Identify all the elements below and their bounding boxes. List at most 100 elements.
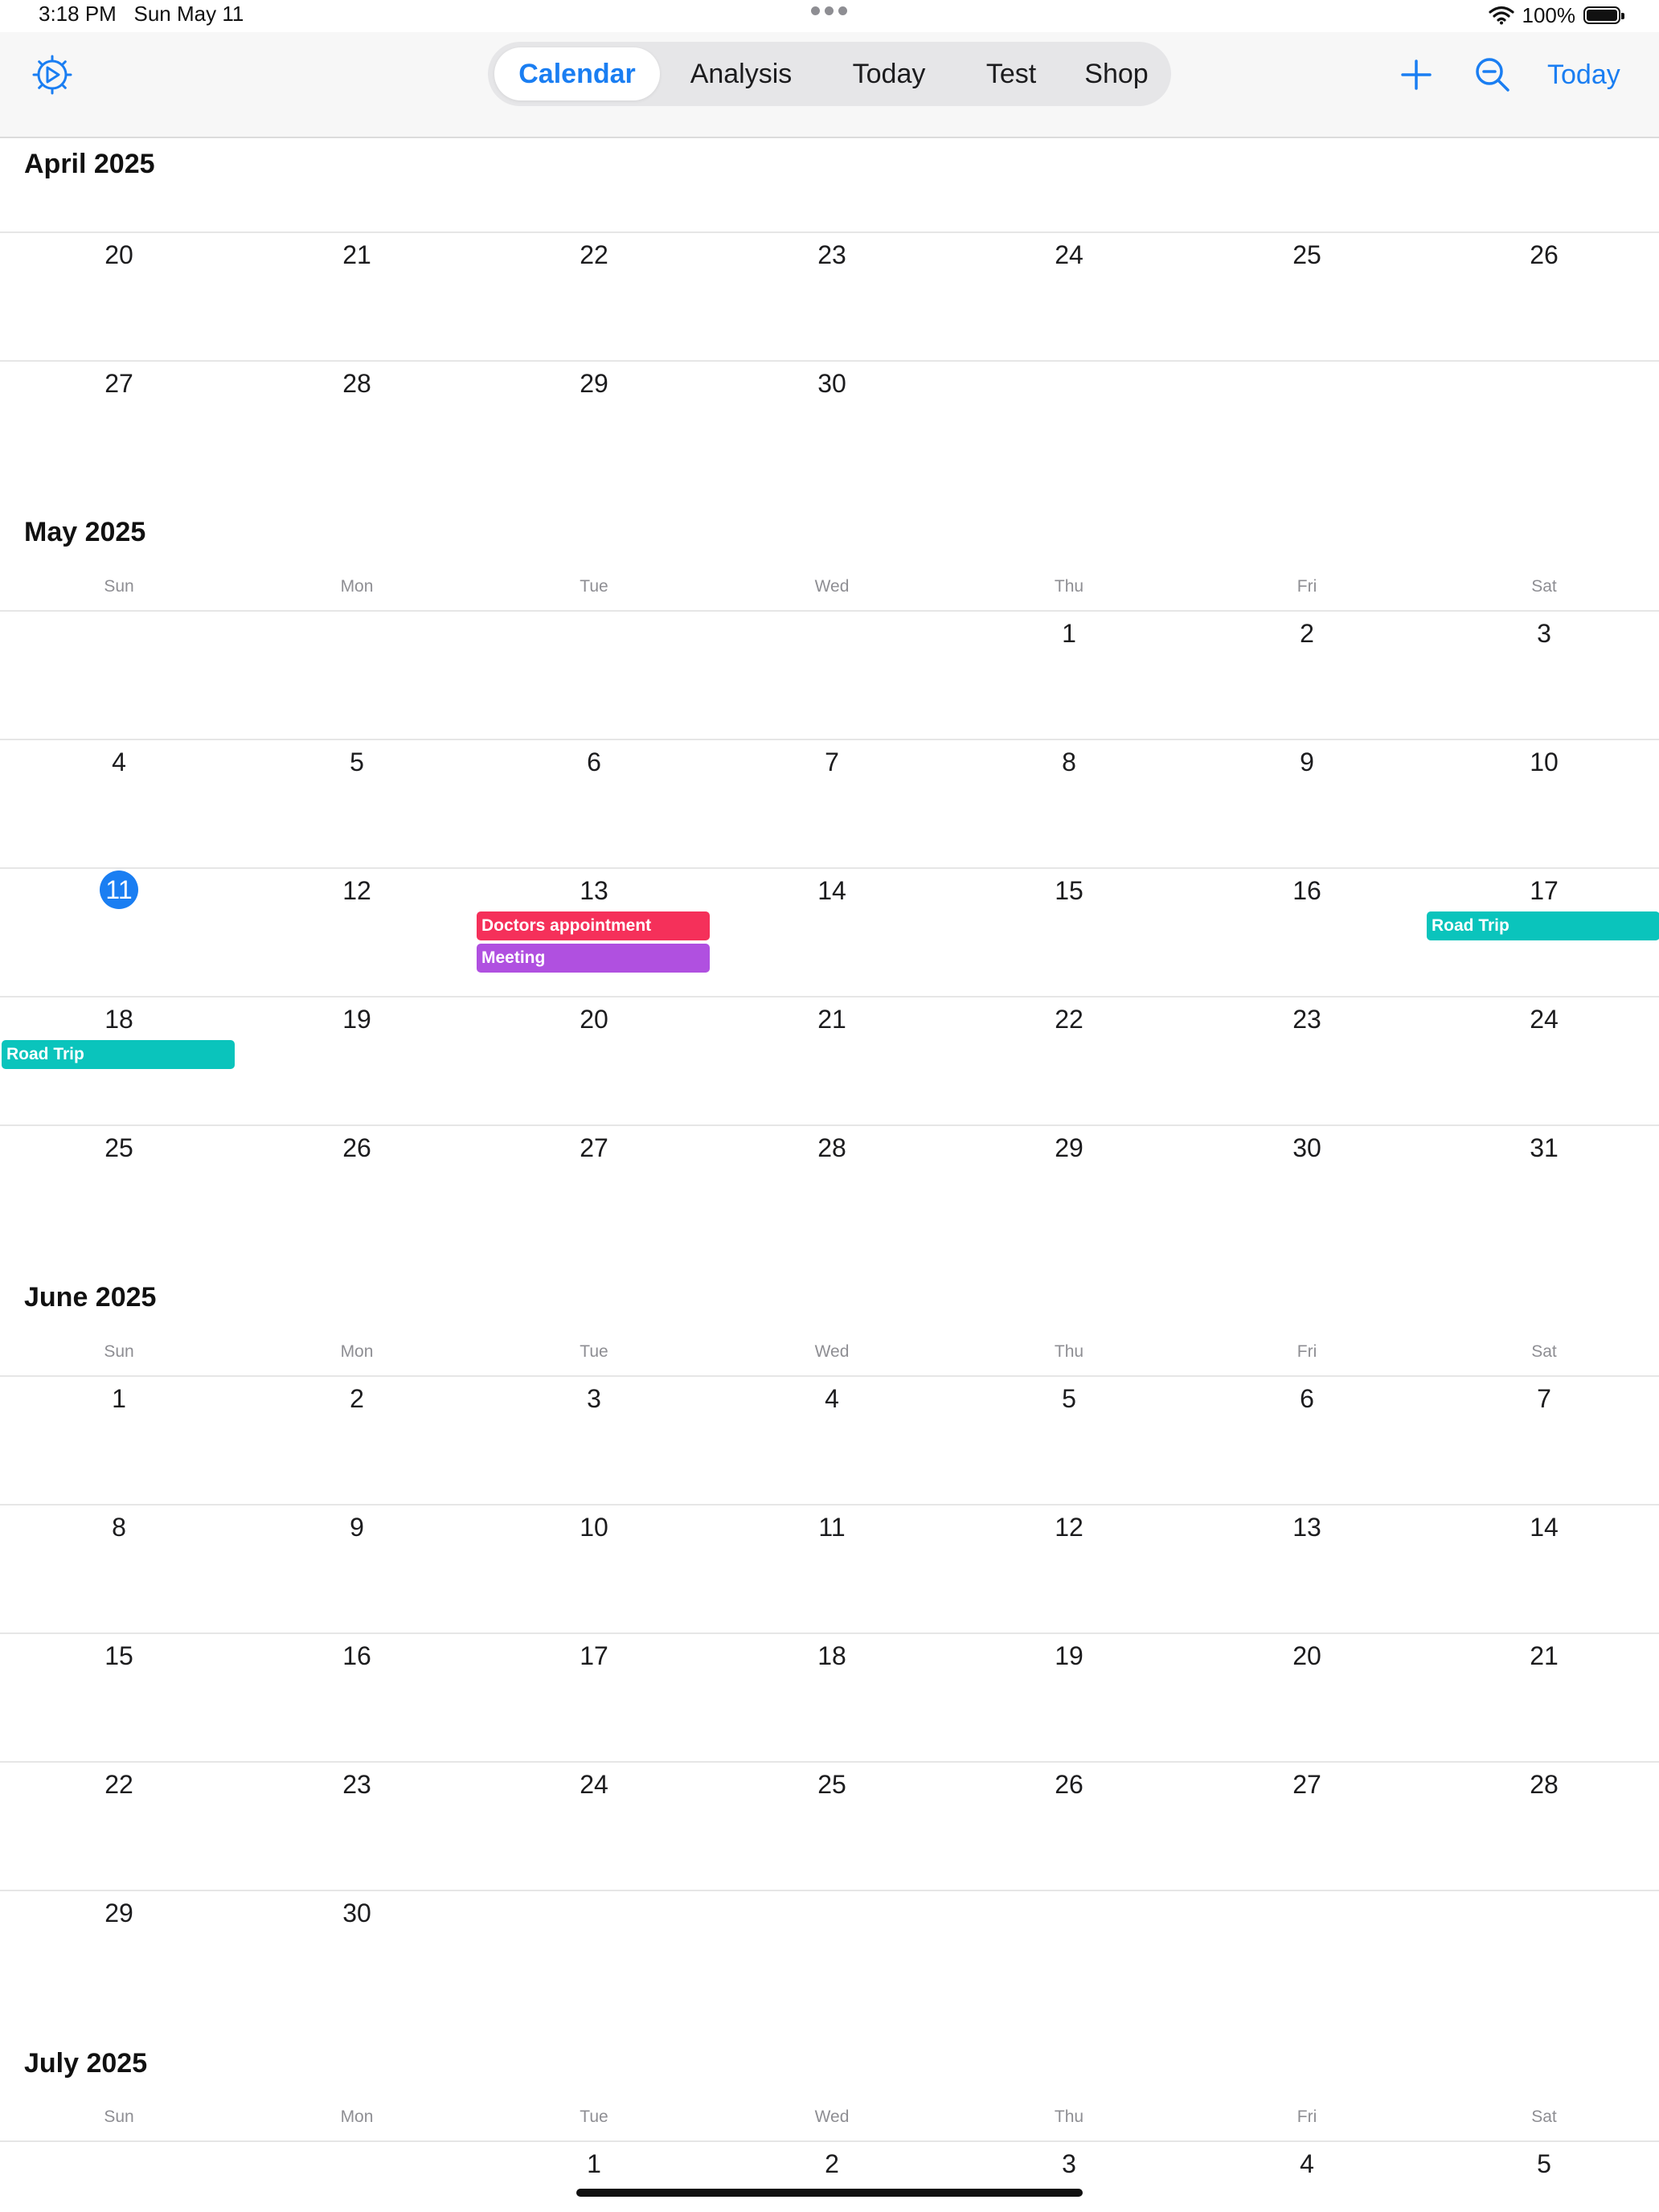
day-number[interactable]: 30 <box>713 367 951 399</box>
tab-analysis[interactable]: Analysis <box>665 47 817 100</box>
day-number[interactable]: 1 <box>475 2148 713 2180</box>
tab-calendar[interactable]: Calendar <box>494 47 660 100</box>
zoom-out-icon[interactable] <box>1471 53 1514 96</box>
day-number[interactable]: 28 <box>1425 1768 1659 1800</box>
multitasking-dots-icon[interactable] <box>811 6 848 18</box>
day-number[interactable]: 3 <box>950 2148 1188 2180</box>
day-number[interactable]: 24 <box>475 1768 713 1800</box>
day-number[interactable]: 6 <box>1188 1382 1426 1415</box>
day-number[interactable]: 21 <box>238 239 476 271</box>
day-number[interactable]: 9 <box>238 1511 476 1543</box>
day-number[interactable]: 11 <box>713 1511 951 1543</box>
day-number[interactable]: 16 <box>238 1640 476 1672</box>
day-number[interactable]: 26 <box>1425 239 1659 271</box>
day-number[interactable]: 22 <box>950 1003 1188 1035</box>
day-number[interactable]: 25 <box>713 1768 951 1800</box>
day-number[interactable]: 29 <box>950 1132 1188 1164</box>
day-number[interactable]: 14 <box>713 875 951 907</box>
day-number[interactable]: 25 <box>1188 239 1426 271</box>
day-number[interactable]: 23 <box>238 1768 476 1800</box>
tab-today[interactable]: Today <box>822 47 956 100</box>
day-number[interactable]: 10 <box>1425 746 1659 778</box>
day-number[interactable]: 27 <box>0 367 238 399</box>
day-number[interactable]: 4 <box>1188 2148 1426 2180</box>
day-number[interactable]: 13 <box>475 875 713 907</box>
today-indicator[interactable]: 11 <box>100 870 138 909</box>
day-number[interactable]: 20 <box>475 1003 713 1035</box>
day-number[interactable]: 16 <box>1188 875 1426 907</box>
day-number[interactable]: 4 <box>713 1382 951 1415</box>
day-number[interactable]: 3 <box>475 1382 713 1415</box>
day-number[interactable]: 6 <box>475 746 713 778</box>
day-number[interactable]: 3 <box>1425 617 1659 649</box>
battery-percent: 100% <box>1522 2 1576 27</box>
day-number[interactable]: 15 <box>0 1640 238 1672</box>
day-number[interactable]: 26 <box>238 1132 476 1164</box>
day-number[interactable]: 31 <box>1425 1132 1659 1164</box>
event-chip[interactable]: Doctors appointment <box>477 911 710 940</box>
gear-icon[interactable] <box>32 55 72 95</box>
day-number[interactable]: 2 <box>713 2148 951 2180</box>
day-number[interactable]: 17 <box>475 1640 713 1672</box>
weekday-label: Tue <box>580 1342 608 1361</box>
day-number[interactable]: 20 <box>1188 1640 1426 1672</box>
day-number[interactable]: 10 <box>475 1511 713 1543</box>
status-time: 3:18 PM <box>39 2 117 26</box>
day-number[interactable]: 29 <box>0 1897 238 1929</box>
day-number[interactable]: 2 <box>1188 617 1426 649</box>
day-number[interactable]: 13 <box>1188 1511 1426 1543</box>
day-number[interactable]: 28 <box>713 1132 951 1164</box>
day-number[interactable]: 20 <box>0 239 238 271</box>
day-number[interactable]: 25 <box>0 1132 238 1164</box>
weekday-label: Mon <box>340 577 374 596</box>
day-number[interactable]: 21 <box>713 1003 951 1035</box>
day-number[interactable]: 8 <box>950 746 1188 778</box>
day-number[interactable]: 29 <box>475 367 713 399</box>
day-number[interactable]: 1 <box>950 617 1188 649</box>
day-number[interactable]: 17 <box>1425 875 1659 907</box>
event-chip[interactable]: Meeting <box>477 944 710 973</box>
event-chip[interactable]: Road Trip <box>1427 911 1659 940</box>
day-number[interactable]: 23 <box>713 239 951 271</box>
plus-icon[interactable] <box>1395 53 1438 96</box>
tab-shop[interactable]: Shop <box>1067 47 1166 100</box>
calendar-scroll-view[interactable]: April 2025 20 21 22 23 24 25 26 27 28 29 30 May 2025… <box>0 138 1659 2212</box>
day-number[interactable]: 5 <box>1425 2148 1659 2180</box>
day-number[interactable]: 8 <box>0 1511 238 1543</box>
day-number[interactable]: 28 <box>238 367 476 399</box>
day-number[interactable]: 30 <box>1188 1132 1426 1164</box>
day-number[interactable]: 15 <box>950 875 1188 907</box>
day-number[interactable]: 26 <box>950 1768 1188 1800</box>
day-number[interactable]: 18 <box>0 1003 238 1035</box>
day-number[interactable]: 5 <box>950 1382 1188 1415</box>
day-number[interactable]: 18 <box>713 1640 951 1672</box>
day-number[interactable]: 12 <box>238 875 476 907</box>
day-number[interactable]: 22 <box>475 239 713 271</box>
today-button[interactable]: Today <box>1547 53 1620 96</box>
day-number[interactable]: 19 <box>238 1003 476 1035</box>
day-number[interactable]: 30 <box>238 1897 476 1929</box>
day-number[interactable]: 24 <box>1425 1003 1659 1035</box>
day-number[interactable]: 21 <box>1425 1640 1659 1672</box>
day-number[interactable]: 14 <box>1425 1511 1659 1543</box>
day-number[interactable]: 2 <box>238 1382 476 1415</box>
day-number[interactable]: 7 <box>713 746 951 778</box>
day-number[interactable]: 22 <box>0 1768 238 1800</box>
day-number[interactable]: 23 <box>1188 1003 1426 1035</box>
day-number[interactable]: 24 <box>950 239 1188 271</box>
month-title: April 2025 <box>24 149 155 179</box>
day-number[interactable]: 9 <box>1188 746 1426 778</box>
day-number[interactable]: 1 <box>0 1382 238 1415</box>
day-number[interactable]: 12 <box>950 1511 1188 1543</box>
wifi-icon <box>1488 6 1514 25</box>
day-number[interactable]: 27 <box>1188 1768 1426 1800</box>
day-number[interactable]: 7 <box>1425 1382 1659 1415</box>
day-number[interactable]: 5 <box>238 746 476 778</box>
tab-test[interactable]: Test <box>961 47 1062 100</box>
event-chip[interactable]: Road Trip <box>2 1040 235 1069</box>
day-number[interactable]: 27 <box>475 1132 713 1164</box>
home-indicator[interactable] <box>576 2189 1083 2197</box>
weekday-label: Sat <box>1531 577 1557 596</box>
day-number[interactable]: 4 <box>0 746 238 778</box>
day-number[interactable]: 19 <box>950 1640 1188 1672</box>
